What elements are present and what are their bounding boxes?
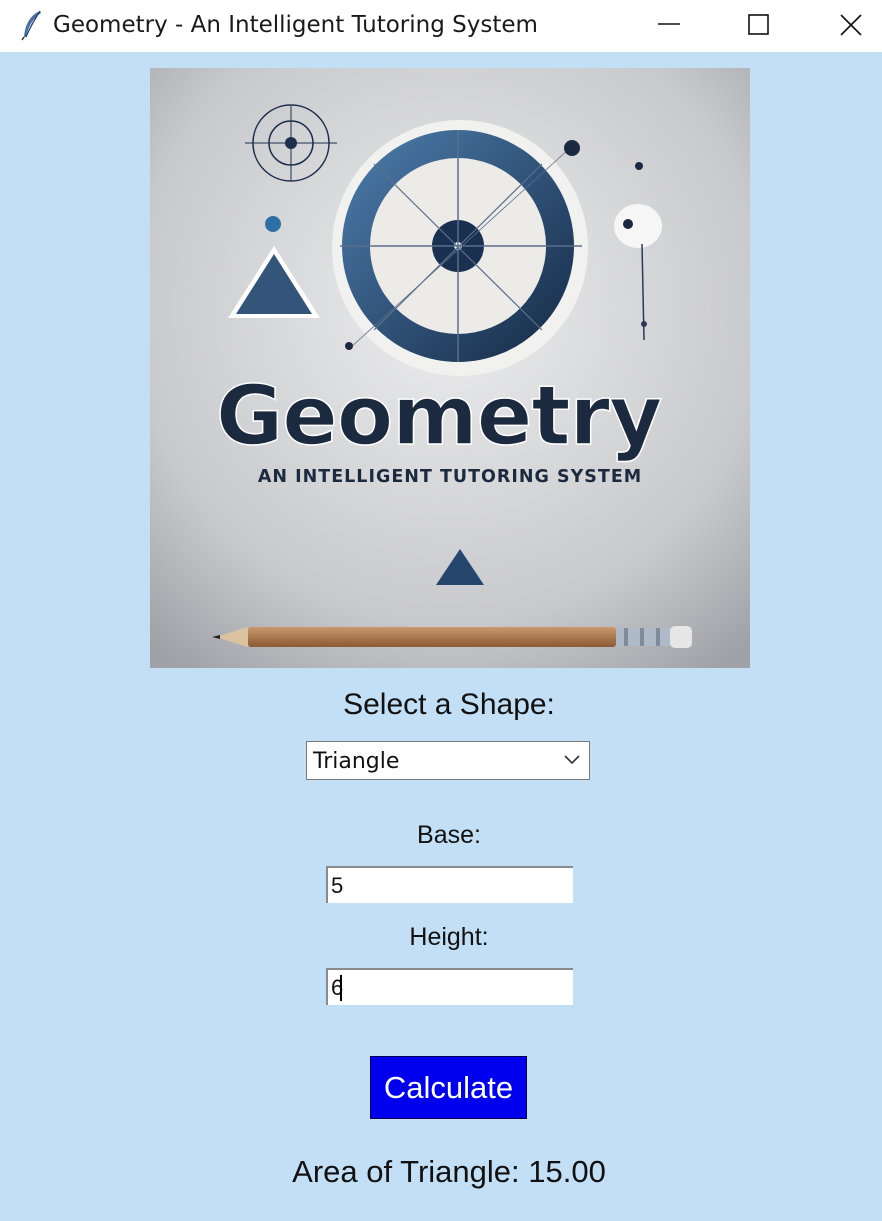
select-shape-label: Select a Shape: [343, 688, 555, 721]
window-title: Geometry - An Intelligent Tutoring Syste… [53, 12, 538, 38]
minimize-button[interactable] [624, 0, 716, 52]
pencil-icon [212, 626, 692, 648]
compass-disc-icon [332, 120, 588, 376]
geometry-logo-image: Geometry AN INTELLIGENT TUTORING SYSTEM [150, 68, 750, 668]
minimize-icon [658, 23, 680, 25]
area-result-text: Area of Triangle: 15.00 [292, 1154, 606, 1189]
logo-tagline: AN INTELLIGENT TUTORING SYSTEM [258, 467, 642, 487]
calculate-button[interactable]: Calculate [370, 1056, 527, 1119]
base-input-value: 5 [331, 873, 344, 898]
height-input[interactable]: 6 [326, 968, 573, 1005]
close-icon [840, 14, 862, 36]
height-label: Height: [409, 923, 489, 951]
base-label: Base: [417, 821, 481, 849]
shape-dropdown[interactable]: Triangle [306, 741, 590, 780]
text-caret [340, 975, 342, 1001]
maximize-icon [748, 14, 769, 35]
base-input[interactable]: 5 [326, 866, 573, 903]
title-bar: Geometry - An Intelligent Tutoring Syste… [0, 0, 882, 52]
close-button[interactable] [806, 0, 882, 52]
feather-icon [21, 10, 41, 41]
logo-headline: Geometry [216, 369, 661, 464]
chevron-down-icon [564, 755, 580, 765]
maximize-button[interactable] [714, 0, 806, 52]
shape-dropdown-value: Triangle [313, 749, 400, 774]
